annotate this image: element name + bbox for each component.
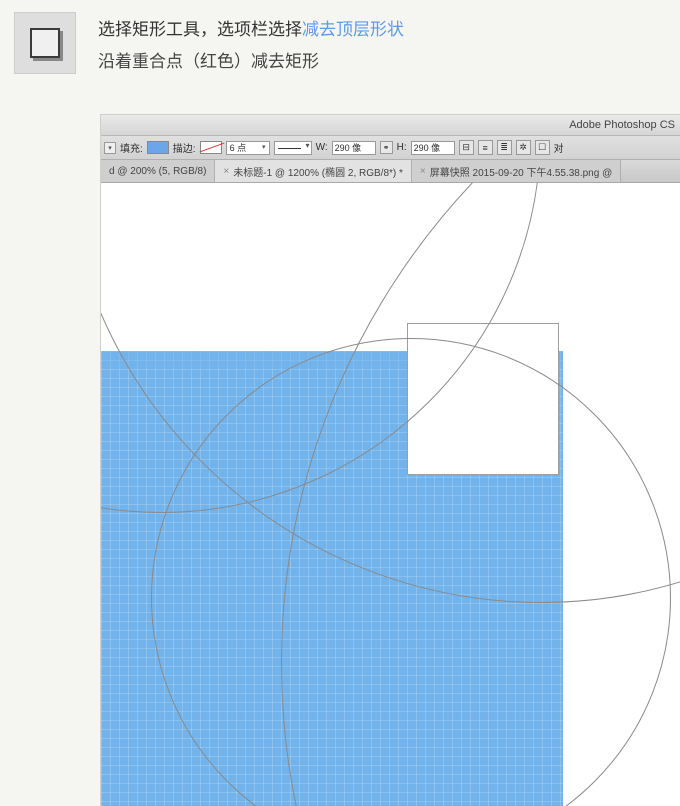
close-icon[interactable]: ×: [223, 166, 229, 177]
titlebar: Adobe Photoshop CS: [101, 115, 680, 136]
fill-swatch[interactable]: [147, 141, 169, 154]
link-wh-icon[interactable]: ⚭: [380, 141, 393, 154]
canvas-area[interactable]: [101, 183, 680, 806]
instruction-highlight: 减去顶层形状: [302, 20, 404, 39]
tab-document-3[interactable]: × 屏幕快照 2015-09-20 下午4.55.38.png @: [412, 160, 621, 182]
tab-document-2[interactable]: × 未标题-1 @ 1200% (椭圆 2, RGB/8*) *: [215, 160, 412, 182]
arrange-button[interactable]: ≣: [497, 140, 512, 155]
stroke-width-input[interactable]: 6 点▾: [226, 141, 270, 155]
tabs-bar: d @ 200% (5, RGB/8) × 未标题-1 @ 1200% (椭圆 …: [101, 160, 680, 183]
tab-document-1[interactable]: d @ 200% (5, RGB/8): [101, 160, 215, 182]
rectangle-icon-inner: [30, 28, 60, 58]
path-op-button[interactable]: ⊟: [459, 140, 474, 155]
shape-mode-dropdown[interactable]: ▾: [104, 142, 116, 154]
tab-label: 屏幕快照 2015-09-20 下午4.55.38.png @: [430, 164, 612, 179]
align-button[interactable]: ≡: [478, 140, 493, 155]
height-input[interactable]: 290 像: [411, 141, 455, 155]
instruction-text: 选择矩形工具，选项栏选择减去顶层形状 沿着重合点（红色）减去矩形: [98, 12, 404, 79]
align-edges-label: 对: [554, 140, 564, 155]
photoshop-window: Adobe Photoshop CS ▾ 填充: 描边: 6 点▾ W: 290…: [101, 115, 680, 806]
gear-icon[interactable]: ✲: [516, 140, 531, 155]
stroke-style-dropdown[interactable]: [274, 141, 312, 155]
fill-label: 填充:: [120, 140, 143, 155]
align-edges-checkbox[interactable]: ☐: [535, 140, 550, 155]
options-bar: ▾ 填充: 描边: 6 点▾ W: 290 像 ⚭ H: 290 像 ⊟ ≡ ≣…: [101, 136, 680, 160]
tab-label: d @ 200% (5, RGB/8): [109, 166, 206, 177]
instruction-line1-prefix: 选择矩形工具，选项栏选择: [98, 20, 302, 39]
stroke-swatch[interactable]: [200, 141, 222, 154]
stroke-label: 描边:: [173, 140, 196, 155]
w-label: W:: [316, 142, 328, 153]
close-icon[interactable]: ×: [420, 166, 426, 177]
h-label: H:: [397, 142, 407, 153]
instruction-line2: 沿着重合点（红色）减去矩形: [98, 46, 404, 78]
rectangle-tool-icon: [14, 12, 76, 74]
width-input[interactable]: 290 像: [332, 141, 376, 155]
app-title: Adobe Photoshop CS: [569, 119, 675, 131]
tab-label: 未标题-1 @ 1200% (椭圆 2, RGB/8*) *: [233, 164, 403, 179]
